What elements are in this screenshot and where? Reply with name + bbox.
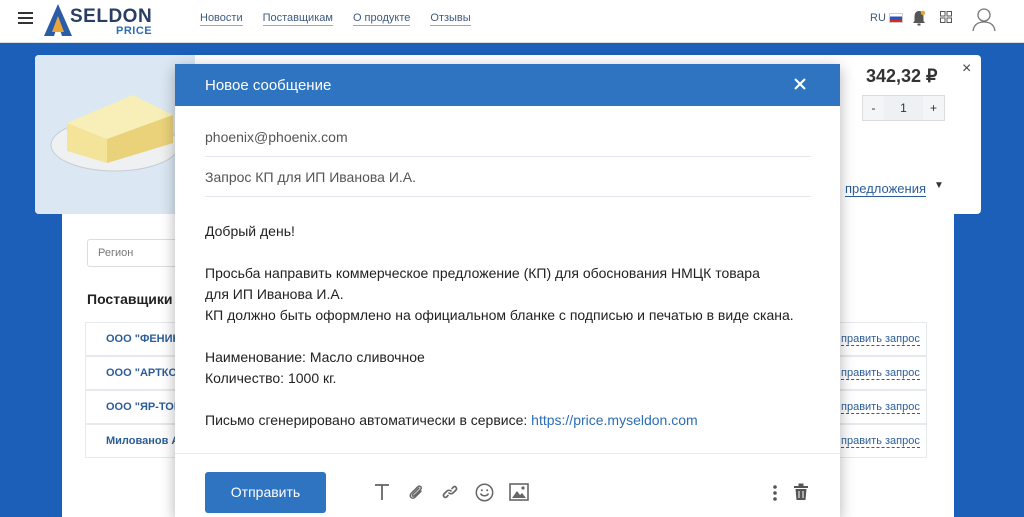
nav-about[interactable]: О продукте [352,12,411,26]
quantity-input[interactable]: 1 [884,96,923,120]
language-switch[interactable]: RU [870,12,903,24]
item-name-line: Наименование: Масло сливочное [205,349,425,365]
supplier-name[interactable]: ООО "АРТКО [106,367,177,379]
main-nav: Новости Поставщикам О продукте Отзывы [200,12,491,26]
service-link[interactable]: https://price.myseldon.com [531,412,698,428]
dialog-header: Новое сообщение [175,64,840,106]
request-line: для ИП Иванова И.А. [205,286,344,302]
recipient-field[interactable]: phoenix@phoenix.com [205,129,811,157]
greeting-line: Добрый день! [205,223,295,239]
request-line: КП должно быть оформлено на официальном … [205,307,794,323]
message-body[interactable]: Добрый день! Просьба направить коммерчес… [205,221,794,431]
russia-flag-icon [888,13,903,23]
quantity-decrease-button[interactable]: - [863,96,884,120]
item-quantity-line: Количество: 1000 кг. [205,370,337,386]
apps-grid-icon[interactable] [940,11,952,23]
region-select[interactable]: Регион [87,239,187,267]
divider [175,453,840,454]
request-link[interactable]: править запрос [841,367,920,380]
user-profile-icon[interactable] [971,6,997,32]
nav-reviews[interactable]: Отзывы [430,12,471,26]
offers-link[interactable]: предложения [845,181,927,197]
logo-subtitle: PRICE [116,25,153,37]
link-icon[interactable] [441,483,459,501]
menu-icon[interactable] [18,12,33,24]
supplier-name[interactable]: ООО "ЯР-ТОР [106,401,181,413]
supplier-name[interactable]: ООО "ФЕНИК [106,333,179,345]
send-button[interactable]: Отправить [205,472,326,513]
request-link[interactable]: править запрос [841,333,920,346]
new-message-dialog: Новое сообщение phoenix@phoenix.com Запр… [175,64,840,517]
dialog-title: Новое сообщение [205,77,332,94]
request-line: Просьба направить коммерческое предложен… [205,265,760,281]
request-link[interactable]: править запрос [841,401,920,414]
nav-suppliers[interactable]: Поставщикам [262,12,333,26]
product-price: 342,32 ₽ [866,66,938,86]
quantity-increase-button[interactable]: + [923,96,944,120]
trash-icon[interactable] [793,483,809,501]
supplier-name[interactable]: Милованов А [106,435,179,447]
notification-bell-icon[interactable] [912,10,926,26]
nav-news[interactable]: Новости [200,12,243,26]
butter-image-icon [35,55,195,214]
suppliers-heading: Поставщики [87,291,173,307]
close-icon[interactable]: × [962,60,971,78]
quantity-stepper: - 1 + [862,95,945,121]
product-image [35,55,195,214]
logo[interactable]: SELDON PRICE [42,2,152,40]
top-bar: SELDON PRICE Новости Поставщикам О проду… [0,0,1024,43]
close-icon[interactable] [792,76,808,92]
caret-down-icon[interactable]: ▼ [934,180,944,191]
attachment-icon[interactable] [407,483,425,501]
footer-line: Письмо сгенерировано автоматически в сер… [205,410,794,431]
request-link[interactable]: править запрос [841,435,920,448]
footer-text: Письмо сгенерировано автоматически в сер… [205,412,532,428]
more-options-icon[interactable] [772,485,778,501]
language-label: RU [870,12,886,24]
subject-field[interactable]: Запрос КП для ИП Иванова И.А. [205,169,811,197]
text-format-icon[interactable] [374,483,390,501]
image-icon[interactable] [509,483,529,501]
emoji-icon[interactable] [475,483,494,502]
